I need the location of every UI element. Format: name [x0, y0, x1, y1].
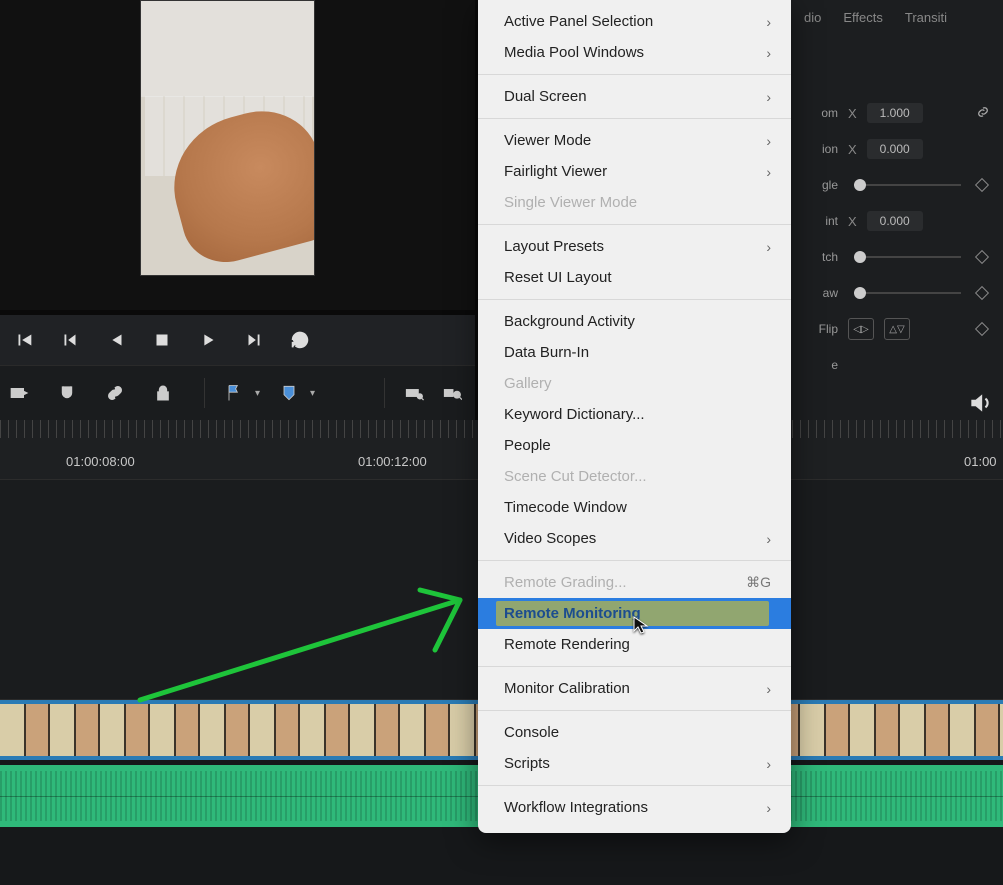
e-label: e — [800, 358, 838, 372]
menu-item-monitor-calibration[interactable]: Monitor Calibration› — [478, 673, 791, 704]
yaw-slider[interactable] — [854, 292, 961, 294]
menu-item-data-burn-in[interactable]: Data Burn-In — [478, 337, 791, 368]
position-value[interactable]: 0.000 — [867, 139, 923, 159]
menu-item-workflow-integrations[interactable]: Workflow Integrations› — [478, 792, 791, 823]
menu-item-background-activity[interactable]: Background Activity — [478, 306, 791, 337]
flip-vertical-button[interactable]: △▽ — [884, 318, 910, 340]
misc-row: e — [800, 347, 991, 383]
menu-item-layout-presets[interactable]: Layout Presets› — [478, 231, 791, 262]
pitch-row: tch — [800, 239, 991, 275]
menu-item-scripts[interactable]: Scripts› — [478, 748, 791, 779]
chevron-right-icon: › — [766, 133, 771, 149]
anchor-value[interactable]: 0.000 — [867, 211, 923, 231]
timecode-label: 01:00:08:00 — [66, 454, 135, 469]
chevron-right-icon: › — [766, 164, 771, 180]
chevron-right-icon: › — [766, 14, 771, 30]
menu-item-people[interactable]: People — [478, 430, 791, 461]
first-frame-button[interactable] — [10, 326, 38, 354]
mute-button[interactable] — [967, 390, 993, 421]
next-clip-button[interactable] — [240, 326, 268, 354]
anchor-row: int X 0.000 — [800, 203, 991, 239]
chevron-right-icon: › — [766, 531, 771, 547]
axis-x: X — [848, 214, 857, 229]
tab-transition[interactable]: Transiti — [905, 10, 947, 25]
flip-label: Flip — [800, 322, 838, 336]
menu-item-fairlight-viewer[interactable]: Fairlight Viewer› — [478, 156, 791, 187]
chevron-right-icon: › — [766, 800, 771, 816]
selection-tool-button[interactable] — [4, 378, 34, 408]
inspector-panel: dio Effects Transiti om X 1.000 ion X 0.… — [788, 0, 1003, 420]
chevron-down-icon[interactable]: ▾ — [310, 388, 315, 399]
clip-marker-button[interactable] — [274, 378, 304, 408]
menu-item-remote-rendering[interactable]: Remote Rendering — [478, 629, 791, 660]
tab-audio[interactable]: dio — [804, 10, 821, 25]
play-button[interactable] — [194, 326, 222, 354]
menu-item-console[interactable]: Console — [478, 717, 791, 748]
flip-horizontal-button[interactable]: ◁▷ — [848, 318, 874, 340]
timecode-label: 01:00:12:00 — [358, 454, 427, 469]
menu-item-dual-screen[interactable]: Dual Screen› — [478, 81, 791, 112]
pitch-slider[interactable] — [854, 256, 961, 258]
chevron-down-icon[interactable]: ▾ — [255, 388, 260, 399]
position-label: ion — [800, 142, 838, 156]
yaw-row: aw — [800, 275, 991, 311]
keyframe-button[interactable] — [975, 322, 989, 336]
flag-marker-button[interactable] — [219, 378, 249, 408]
video-preview-area — [0, 0, 475, 310]
timecode-label: 01:00 — [964, 454, 997, 469]
workspace-context-menu: Active Panel Selection›Media Pool Window… — [478, 0, 791, 833]
chevron-right-icon: › — [766, 681, 771, 697]
prev-clip-button[interactable] — [56, 326, 84, 354]
yaw-label: aw — [800, 286, 838, 300]
flip-row: Flip ◁▷ △▽ — [800, 311, 991, 347]
menu-item-single-viewer-mode: Single Viewer Mode — [478, 187, 791, 218]
keyframe-button[interactable] — [975, 286, 989, 300]
zoom-value[interactable]: 1.000 — [867, 103, 923, 123]
menu-item-remote-grading: Remote Grading...⌘G — [478, 567, 791, 598]
menu-item-remote-monitoring[interactable]: Remote Monitoring — [478, 598, 791, 629]
angle-row: gle — [800, 167, 991, 203]
chevron-right-icon: › — [766, 239, 771, 255]
axis-x: X — [848, 106, 857, 121]
transport-bar — [0, 315, 475, 365]
video-preview-frame[interactable] — [140, 0, 315, 276]
menu-item-reset-ui-layout[interactable]: Reset UI Layout — [478, 262, 791, 293]
menu-item-timecode-window[interactable]: Timecode Window — [478, 492, 791, 523]
menu-item-gallery: Gallery — [478, 368, 791, 399]
link-icon[interactable] — [975, 104, 991, 123]
menu-item-viewer-mode[interactable]: Viewer Mode› — [478, 125, 791, 156]
menu-item-scene-cut-detector: Scene Cut Detector... — [478, 461, 791, 492]
menu-item-keyword-dictionary[interactable]: Keyword Dictionary... — [478, 399, 791, 430]
lock-button[interactable] — [148, 378, 178, 408]
zoom-row: om X 1.000 — [800, 95, 991, 131]
keyframe-button[interactable] — [975, 178, 989, 192]
timeline-toolbar: ▾ ▾ — [0, 365, 475, 420]
menu-item-media-pool-windows[interactable]: Media Pool Windows› — [478, 37, 791, 68]
position-row: ion X 0.000 — [800, 131, 991, 167]
chevron-right-icon: › — [766, 45, 771, 61]
zoom-label: om — [800, 106, 838, 120]
link-button[interactable] — [100, 378, 130, 408]
chevron-right-icon: › — [766, 89, 771, 105]
menu-item-active-panel-selection[interactable]: Active Panel Selection› — [478, 6, 791, 37]
stop-button[interactable] — [148, 326, 176, 354]
angle-slider[interactable] — [854, 184, 961, 186]
anchor-label: int — [800, 214, 838, 228]
angle-label: gle — [800, 178, 838, 192]
zoom-tool-button[interactable] — [399, 378, 429, 408]
detail-zoom-button[interactable] — [437, 378, 467, 408]
tab-effects[interactable]: Effects — [843, 10, 883, 25]
chevron-right-icon: › — [766, 756, 771, 772]
play-reverse-button[interactable] — [102, 326, 130, 354]
pitch-label: tch — [800, 250, 838, 264]
keyframe-button[interactable] — [975, 250, 989, 264]
axis-x: X — [848, 142, 857, 157]
snap-button[interactable] — [52, 378, 82, 408]
menu-item-video-scopes[interactable]: Video Scopes› — [478, 523, 791, 554]
loop-button[interactable] — [286, 326, 314, 354]
